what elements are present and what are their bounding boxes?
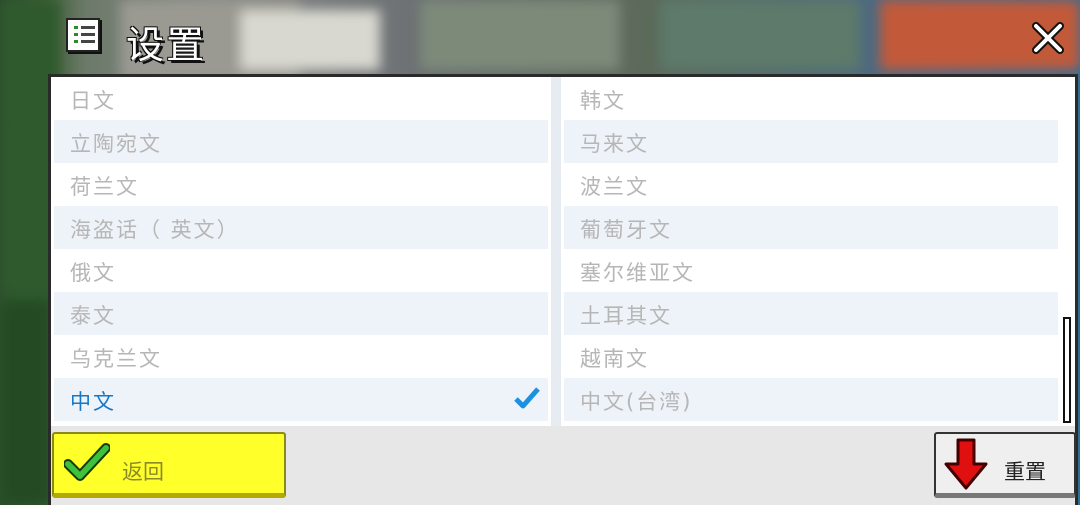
language-option[interactable]: 立陶宛文 xyxy=(54,120,548,163)
language-option[interactable]: 土耳其文 xyxy=(564,292,1058,335)
language-option-selected[interactable]: 中文 xyxy=(54,378,548,421)
language-label: 日文 xyxy=(70,89,116,113)
language-column-right: 韩文 马来文 波兰文 葡萄牙文 塞尔维亚文 土耳其文 越南文 中文(台湾) xyxy=(564,77,1058,421)
language-label: 荷兰文 xyxy=(70,175,139,199)
language-label: 中文 xyxy=(70,390,116,414)
reset-button-label: 重置 xyxy=(1004,460,1046,484)
language-label: 海盗话（ 英文） xyxy=(70,218,240,242)
language-option[interactable]: 塞尔维亚文 xyxy=(564,249,1058,292)
title-bar: 设置 xyxy=(0,0,1080,76)
language-label: 中文(台湾) xyxy=(580,390,693,414)
language-option[interactable]: 荷兰文 xyxy=(54,163,548,206)
language-label: 乌克兰文 xyxy=(70,347,162,371)
language-option[interactable]: 日文 xyxy=(54,77,548,120)
language-label: 泰文 xyxy=(70,304,116,328)
back-button-label: 返回 xyxy=(122,460,164,484)
reset-button[interactable]: 重置 xyxy=(934,432,1076,498)
page-title: 设置 xyxy=(126,23,207,67)
language-label: 波兰文 xyxy=(580,175,649,199)
language-option[interactable]: 马来文 xyxy=(564,120,1058,163)
language-option[interactable]: 俄文 xyxy=(54,249,548,292)
language-label: 立陶宛文 xyxy=(70,132,162,156)
language-option[interactable]: 中文(台湾) xyxy=(564,378,1058,421)
language-option[interactable]: 波兰文 xyxy=(564,163,1058,206)
language-label: 土耳其文 xyxy=(580,304,672,328)
checkmark-icon xyxy=(514,387,540,409)
language-option[interactable]: 海盗话（ 英文） xyxy=(54,206,548,249)
language-option[interactable]: 韩文 xyxy=(564,77,1058,120)
close-icon[interactable] xyxy=(1028,18,1068,58)
scrollbar-thumb[interactable] xyxy=(1063,317,1071,423)
language-label: 葡萄牙文 xyxy=(580,218,672,242)
language-label: 马来文 xyxy=(580,132,649,156)
language-option[interactable]: 葡萄牙文 xyxy=(564,206,1058,249)
language-column-left: 日文 立陶宛文 荷兰文 海盗话（ 英文） 俄文 泰文 乌克兰文 中文 xyxy=(54,77,548,421)
language-label: 俄文 xyxy=(70,261,116,285)
language-list-panel: 日文 立陶宛文 荷兰文 海盗话（ 英文） 俄文 泰文 乌克兰文 中文 韩文 马来… xyxy=(48,74,1078,429)
column-divider xyxy=(551,77,561,426)
red-down-arrow-icon xyxy=(944,438,988,490)
language-label: 越南文 xyxy=(580,347,649,371)
back-button[interactable]: 返回 xyxy=(52,432,286,498)
checklist-icon xyxy=(66,18,100,52)
language-option[interactable]: 越南文 xyxy=(564,335,1058,378)
language-label: 塞尔维亚文 xyxy=(580,261,695,285)
green-check-icon xyxy=(64,443,110,481)
language-option[interactable]: 乌克兰文 xyxy=(54,335,548,378)
language-option[interactable]: 泰文 xyxy=(54,292,548,335)
language-label: 韩文 xyxy=(580,89,626,113)
